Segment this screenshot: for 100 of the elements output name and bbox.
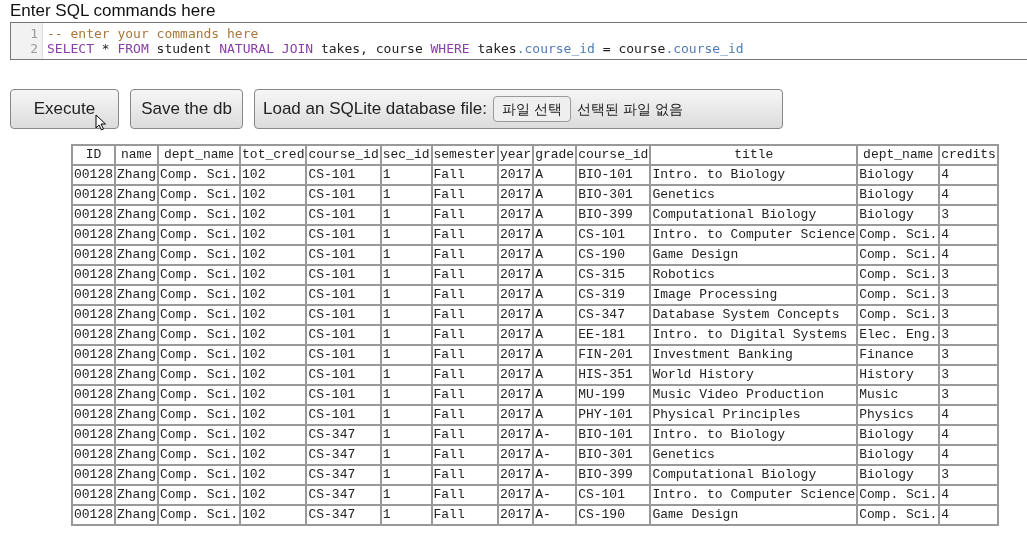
table-cell: Zhang [115,405,159,425]
table-cell: Comp. Sci. [158,365,241,385]
table-cell: World History [650,365,858,385]
table-cell: CS-347 [306,445,381,465]
table-cell: 1 [380,265,432,285]
table-cell: Comp. Sci. [158,405,241,425]
table-cell: 00128 [72,205,115,225]
column-header: sec_id [380,145,432,165]
table-cell: Comp. Sci. [158,205,241,225]
table-cell: 2017 [497,265,534,285]
table-cell: FIN-201 [576,345,651,365]
table-cell: 3 [939,305,998,325]
table-cell: Comp. Sci. [857,505,940,525]
line-number: 2 [29,41,38,56]
table-cell: 1 [380,305,432,325]
table-cell: 00128 [72,405,115,425]
table-cell: A [533,245,577,265]
table-cell: CS-101 [306,165,381,185]
table-cell: A [533,285,577,305]
table-cell: 102 [240,285,307,305]
table-cell: Comp. Sci. [158,385,241,405]
table-cell: 1 [380,425,432,445]
table-cell: 2017 [497,185,534,205]
column-header: year [497,145,534,165]
table-cell: Image Processing [650,285,858,305]
table-cell: A- [533,485,577,505]
table-cell: Robotics [650,265,858,285]
table-cell: Intro. to Digital Systems [650,325,858,345]
table-cell: CS-319 [576,285,651,305]
table-cell: Comp. Sci. [857,245,940,265]
table-cell: 2017 [497,285,534,305]
table-cell: 3 [939,205,998,225]
table-cell: 4 [939,445,998,465]
table-cell: CS-101 [306,205,381,225]
table-cell: Investment Banking [650,345,858,365]
table-cell: Fall [431,185,498,205]
table-cell: Zhang [115,505,159,525]
table-cell: 3 [939,385,998,405]
table-cell: 00128 [72,305,115,325]
table-cell: 102 [240,325,307,345]
table-cell: CS-347 [306,425,381,445]
table-cell: CS-190 [576,245,651,265]
table-cell: 1 [380,285,432,305]
table-cell: 00128 [72,165,115,185]
table-cell: 2017 [497,505,534,525]
table-cell: Intro. to Computer Science [650,225,858,245]
table-cell: 1 [380,465,432,485]
table-cell: CS-347 [306,485,381,505]
table-cell: Intro. to Computer Science [650,485,858,505]
table-cell: Comp. Sci. [857,485,940,505]
table-cell: 1 [380,405,432,425]
table-cell: Fall [431,445,498,465]
table-cell: Comp. Sci. [158,465,241,485]
table-cell: Biology [857,165,940,185]
table-cell: Game Design [650,245,858,265]
table-cell: A [533,345,577,365]
table-cell: Comp. Sci. [158,185,241,205]
table-cell: Zhang [115,465,159,485]
table-cell: CS-101 [306,345,381,365]
table-cell: CS-101 [306,365,381,385]
table-cell: CS-101 [306,225,381,245]
table-cell: 1 [380,445,432,465]
table-cell: CS-101 [306,285,381,305]
table-cell: 1 [380,245,432,265]
table-cell: Comp. Sci. [158,265,241,285]
table-cell: A [533,185,577,205]
choose-file-button[interactable]: 파일 선택 [493,96,571,122]
table-cell: 2017 [497,405,534,425]
table-cell: A [533,305,577,325]
table-cell: 2017 [497,465,534,485]
table-cell: Fall [431,165,498,185]
table-cell: 3 [939,325,998,345]
table-cell: Elec. Eng. [857,325,940,345]
editor-label: Enter SQL commands here [10,1,217,21]
column-header: title [650,145,858,165]
column-header: name [115,145,159,165]
table-cell: Zhang [115,245,159,265]
table-cell: A [533,165,577,185]
table-cell: Zhang [115,425,159,445]
table-cell: 102 [240,305,307,325]
table-cell: A [533,385,577,405]
table-cell: Comp. Sci. [158,225,241,245]
table-cell: BIO-399 [576,205,651,225]
table-cell: 00128 [72,265,115,285]
table-cell: 102 [240,405,307,425]
table-cell: CS-101 [306,185,381,205]
save-db-button[interactable]: Save the db [130,89,243,129]
table-cell: Biology [857,445,940,465]
table-cell: Comp. Sci. [857,225,940,245]
table-cell: A- [533,505,577,525]
table-cell: Fall [431,265,498,285]
code-line: -- enter your commands here [47,26,260,41]
table-cell: Comp. Sci. [857,265,940,285]
table-cell: 4 [939,425,998,445]
table-cell: 1 [380,485,432,505]
table-cell: 102 [240,445,307,465]
code-editor[interactable]: 1 2 -- enter your commands here SELECT * FROM student NATURAL JOIN takes, course WHERE takes.course_id = course.course_id [10,22,1027,60]
execute-button[interactable]: Execute [10,89,119,129]
table-cell: 2017 [497,245,534,265]
column-header: grade [533,145,577,165]
